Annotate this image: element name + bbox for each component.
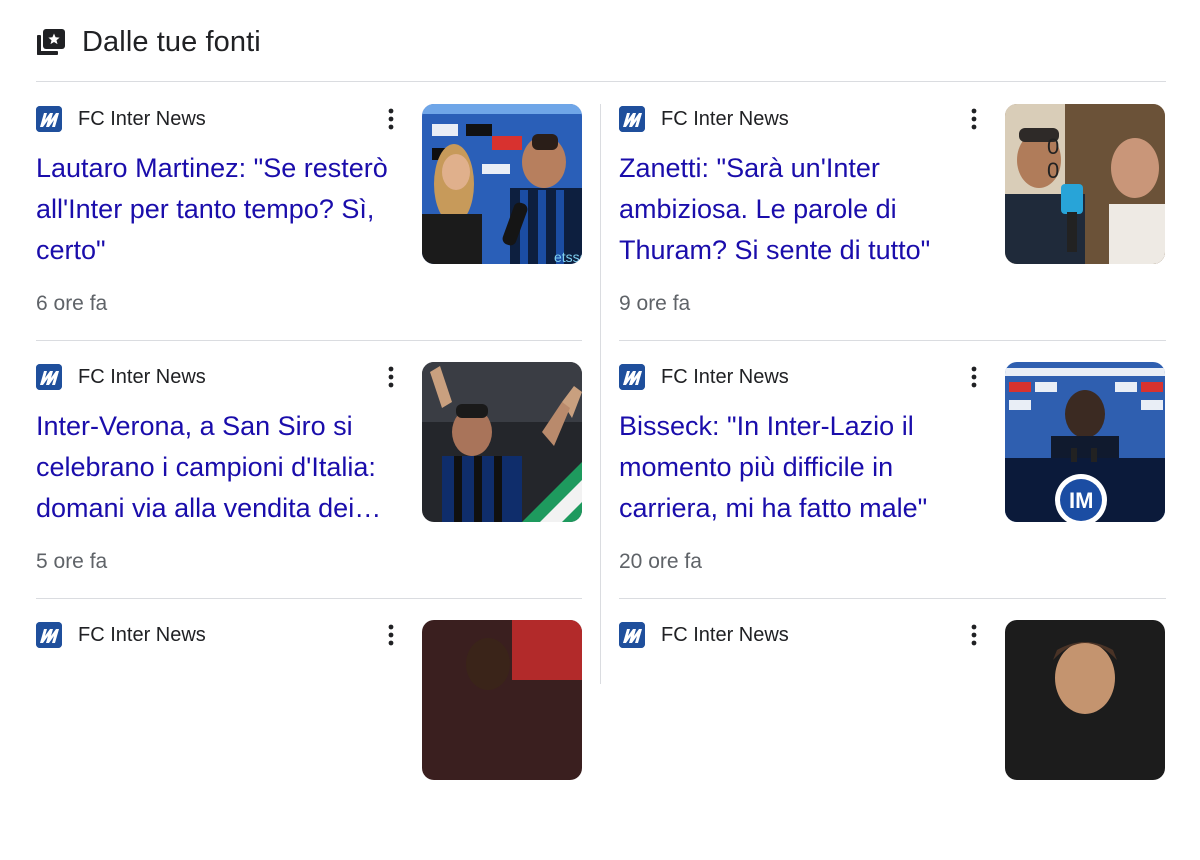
source-name: FC Inter News	[78, 107, 206, 130]
section-title: Dalle tue fonti	[82, 25, 261, 58]
more-options-button[interactable]	[376, 104, 406, 134]
news-card[interactable]: FC Inter News	[36, 620, 584, 860]
source-name: FC Inter News	[661, 107, 789, 130]
source-logo-icon	[36, 364, 62, 390]
svg-text:0: 0	[1047, 158, 1059, 183]
more-vert-icon	[971, 366, 977, 388]
news-card[interactable]: FC Inter News Lautaro Martinez: "Se rest…	[36, 104, 584, 344]
more-vert-icon	[388, 366, 394, 388]
svg-text:etsso: etsso	[554, 249, 582, 264]
thumbnail[interactable]: IM	[1005, 362, 1165, 522]
headline-link[interactable]: Zanetti: "Sarà un'Inter ambiziosa. Le pa…	[619, 148, 999, 271]
thumbnail[interactable]	[422, 362, 582, 522]
timestamp: 20 ore fa	[619, 550, 702, 573]
source-name: FC Inter News	[78, 623, 206, 646]
newspaper-star-icon	[36, 24, 72, 60]
source-name: FC Inter News	[661, 365, 789, 388]
more-vert-icon	[971, 624, 977, 646]
thumbnail[interactable]: 0 0	[1005, 104, 1165, 264]
more-vert-icon	[388, 624, 394, 646]
headline-link[interactable]: Bisseck: "In Inter-Lazio il momento più …	[619, 406, 999, 529]
svg-text:0: 0	[1047, 134, 1059, 159]
thumbnail[interactable]: etsso	[422, 104, 582, 264]
news-card[interactable]: FC Inter News	[619, 620, 1167, 860]
news-card[interactable]: FC Inter News Inter-Verona, a San Siro s…	[36, 362, 584, 602]
headline-link[interactable]: Lautaro Martinez: "Se resterò all'Inter …	[36, 148, 416, 271]
source-row: FC Inter News	[619, 362, 789, 392]
timestamp: 5 ore fa	[36, 550, 108, 573]
source-row: FC Inter News	[619, 104, 789, 134]
header-divider	[36, 81, 1166, 82]
svg-text:IM: IM	[1069, 488, 1093, 513]
more-options-button[interactable]	[959, 620, 989, 650]
more-options-button[interactable]	[376, 362, 406, 392]
source-name: FC Inter News	[661, 623, 789, 646]
section-header: Dalle tue fonti	[36, 20, 261, 64]
more-options-button[interactable]	[376, 620, 406, 650]
source-row: FC Inter News	[36, 362, 206, 392]
source-logo-icon	[619, 106, 645, 132]
headline-link[interactable]: Inter-Verona, a San Siro si celebrano i …	[36, 406, 416, 529]
source-logo-icon	[619, 364, 645, 390]
source-row: FC Inter News	[36, 104, 206, 134]
timestamp: 9 ore fa	[619, 292, 691, 315]
news-card[interactable]: FC Inter News Bisseck: "In Inter-Lazio i…	[619, 362, 1167, 602]
news-card[interactable]: FC Inter News Zanetti: "Sarà un'Inter am…	[619, 104, 1167, 344]
source-logo-icon	[36, 622, 62, 648]
source-row: FC Inter News	[36, 620, 206, 650]
more-vert-icon	[388, 108, 394, 130]
thumbnail[interactable]	[1005, 620, 1165, 780]
thumbnail[interactable]	[422, 620, 582, 780]
source-name: FC Inter News	[78, 365, 206, 388]
source-row: FC Inter News	[619, 620, 789, 650]
column-divider	[600, 104, 601, 684]
more-vert-icon	[971, 108, 977, 130]
more-options-button[interactable]	[959, 104, 989, 134]
source-logo-icon	[36, 106, 62, 132]
timestamp: 6 ore fa	[36, 292, 108, 315]
more-options-button[interactable]	[959, 362, 989, 392]
source-logo-icon	[619, 622, 645, 648]
